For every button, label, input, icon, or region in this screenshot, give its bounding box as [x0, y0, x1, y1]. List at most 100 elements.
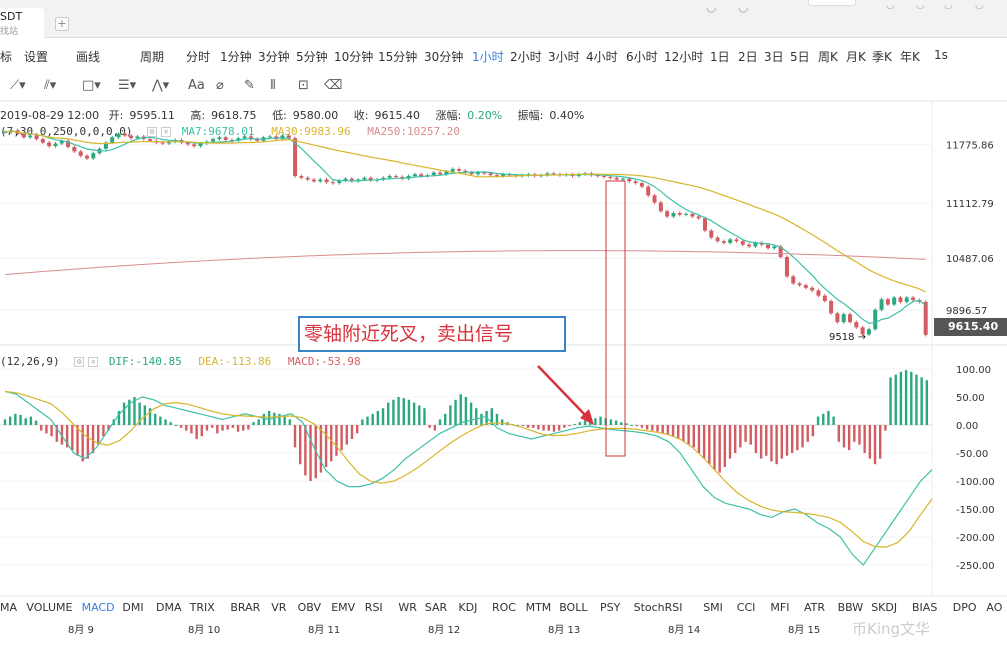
candle-body — [450, 169, 455, 172]
indicator-item[interactable]: EMV — [331, 601, 355, 614]
candle-body — [211, 139, 216, 142]
macd-histogram-bar — [837, 425, 840, 442]
macd-histogram-bar — [200, 425, 203, 437]
macd-histogram-bar — [97, 425, 100, 445]
candle-body — [419, 174, 424, 177]
indicator-item[interactable]: RSI — [365, 601, 383, 614]
macd-histogram-bar — [734, 425, 737, 453]
indicator-item[interactable]: BOLL — [559, 601, 587, 614]
candle-body — [709, 230, 714, 238]
macd-histogram-bar — [542, 425, 545, 431]
candle-body — [633, 181, 638, 184]
indicator-item[interactable]: BBW — [838, 601, 864, 614]
indicator-item[interactable]: DMA — [156, 601, 182, 614]
macd-tick-label: -150.00 — [956, 505, 995, 516]
macd-histogram-bar — [526, 425, 530, 428]
candle-body — [923, 301, 928, 335]
candle-body — [488, 173, 493, 176]
indicator-item[interactable]: SAR — [425, 601, 447, 614]
candle-body — [753, 242, 758, 247]
indicator-item[interactable]: CCI — [737, 601, 756, 614]
candle-body — [803, 285, 808, 288]
macd-histogram-bar — [221, 425, 224, 431]
candle-body — [412, 174, 417, 177]
indicator-item[interactable]: VOLUME — [26, 601, 72, 614]
candle-body — [457, 169, 462, 171]
indicator-item[interactable]: BIAS — [912, 601, 937, 614]
indicator-item[interactable]: MA — [0, 601, 17, 614]
indicator-item[interactable]: PSY — [600, 601, 620, 614]
candle-body — [387, 176, 392, 178]
indicator-item[interactable]: AO — [986, 601, 1002, 614]
macd-histogram-bar — [925, 380, 929, 425]
macd-histogram-bar — [640, 425, 644, 428]
macd-histogram-bar — [661, 425, 664, 434]
candle-body — [848, 314, 853, 323]
macd-histogram-bar — [319, 425, 323, 473]
macd-histogram-bar — [858, 425, 861, 445]
macd-histogram-bar — [226, 425, 229, 430]
macd-histogram-bar — [387, 402, 390, 425]
candle-body — [866, 329, 871, 335]
macd-histogram-bar — [827, 411, 830, 425]
candle-body — [223, 137, 228, 140]
date-tick-label: 8月 15 — [788, 624, 820, 636]
macd-histogram-bar — [361, 419, 364, 425]
macd-histogram-bar — [340, 425, 343, 451]
macd-histogram-bar — [174, 425, 178, 426]
candle-body — [721, 241, 726, 243]
indicator-item[interactable]: MTM — [526, 601, 552, 614]
price-tick-label: 11775.86 — [946, 141, 994, 152]
macd-histogram-bar — [247, 425, 250, 430]
macd-histogram-bar — [770, 425, 773, 462]
macd-histogram-bar — [920, 377, 923, 425]
candle-body — [665, 211, 670, 217]
indicator-item[interactable]: TRIX — [190, 601, 215, 614]
macd-histogram-bar — [397, 397, 400, 425]
candle-body — [816, 290, 821, 296]
candle-body — [324, 179, 329, 183]
macd-histogram-bar — [832, 416, 835, 425]
macd-histogram-bar — [159, 416, 162, 425]
macd-histogram-bar — [863, 425, 866, 453]
macd-histogram-bar — [790, 425, 794, 453]
macd-histogram-bar — [635, 425, 639, 427]
macd-histogram-bar — [868, 425, 872, 459]
indicator-item[interactable]: SKDJ — [871, 601, 897, 614]
macd-histogram-bar — [231, 425, 235, 428]
macd-histogram-bar — [402, 398, 405, 425]
macd-histogram-bar — [599, 416, 602, 425]
indicator-item[interactable]: ROC — [492, 601, 516, 614]
macd-histogram-bar — [273, 412, 276, 425]
indicator-item[interactable]: DPO — [953, 601, 977, 614]
indicator-item[interactable]: SMI — [703, 601, 723, 614]
macd-histogram-bar — [899, 371, 903, 425]
indicator-item[interactable]: BRAR — [230, 601, 260, 614]
indicator-item[interactable]: DMI — [122, 601, 143, 614]
candle-body — [835, 313, 840, 323]
date-tick-label: 8月 12 — [428, 624, 460, 636]
indicator-item[interactable]: WR — [398, 601, 417, 614]
macd-histogram-bar — [407, 399, 411, 425]
macd-histogram-bar — [392, 399, 395, 425]
macd-histogram-bar — [723, 425, 727, 467]
indicator-item[interactable]: OBV — [298, 601, 321, 614]
indicator-item[interactable]: StochRSI — [634, 601, 683, 614]
candle-body — [469, 172, 474, 175]
indicator-item[interactable]: MACD — [82, 601, 115, 614]
macd-histogram-bar — [350, 425, 354, 439]
candle-body — [810, 287, 815, 291]
macd-histogram-bar — [884, 425, 887, 431]
indicator-item[interactable]: MFI — [770, 601, 789, 614]
macd-histogram-bar — [267, 411, 271, 425]
macd-histogram-bar — [651, 425, 654, 431]
macd-histogram-bar — [552, 425, 556, 432]
indicator-item[interactable]: KDJ — [458, 601, 477, 614]
candle-body — [362, 177, 367, 180]
macd-histogram-bar — [169, 422, 172, 425]
indicator-item[interactable]: VR — [271, 601, 286, 614]
macd-histogram-bar — [806, 425, 809, 442]
indicator-item[interactable]: ATR — [804, 601, 825, 614]
macd-histogram-bar — [904, 370, 908, 425]
macd-tick-label: -50.00 — [956, 449, 988, 460]
